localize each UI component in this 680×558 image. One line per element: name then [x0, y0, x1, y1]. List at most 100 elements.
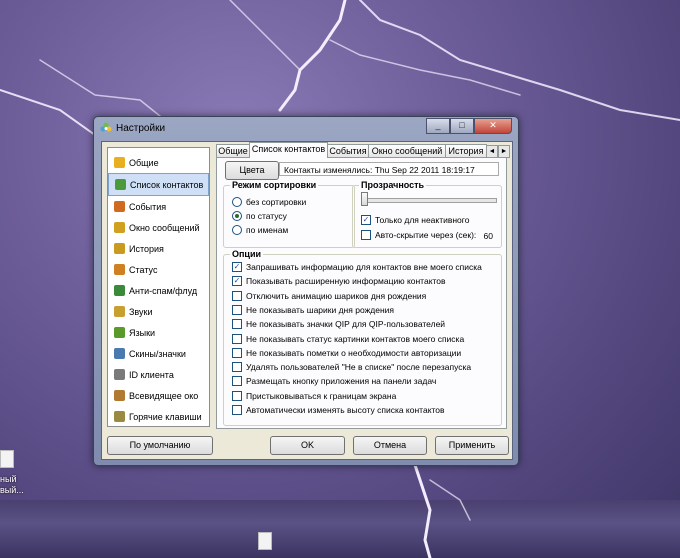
autohide-checkbox[interactable]: Авто-скрытие через (сек): — [361, 230, 476, 240]
tab-general[interactable]: Общие — [216, 144, 250, 158]
checkbox[interactable] — [232, 304, 242, 315]
events-icon — [114, 201, 125, 212]
option-checkbox-row[interactable]: Не показывать значки QIP для QIP-пользов… — [232, 319, 445, 330]
option-checkbox-row[interactable]: Автоматически изменять высоту списка кон… — [232, 405, 445, 415]
sidebar-item[interactable]: Звуки — [108, 301, 209, 322]
sort-by-name-radio[interactable]: по именам — [232, 225, 288, 235]
sidebar-item[interactable]: Языки — [108, 322, 209, 343]
option-label: Автоматически изменять высоту списка кон… — [246, 405, 445, 415]
sidebar-item-label: Список контактов — [130, 179, 204, 190]
contacts-changed-field: Контакты изменялись: Thu Sep 22 2011 18:… — [279, 162, 499, 176]
option-label: Запрашивать информацию для контактов вне… — [246, 262, 482, 272]
eye-icon — [114, 390, 125, 401]
sort-mode-title: Режим сортировки — [230, 180, 319, 190]
radio-button[interactable] — [232, 225, 242, 235]
tab-events[interactable]: События — [327, 144, 369, 158]
autohide-seconds-value[interactable]: 60 — [484, 231, 493, 241]
sidebar-item-label: Скины/значки — [129, 348, 186, 359]
sidebar-item[interactable]: Общие — [108, 152, 209, 173]
apply-button[interactable]: Применить — [435, 436, 509, 455]
sort-by-status-radio[interactable]: по статусу — [232, 211, 287, 221]
option-label: Не показывать шарики дня рождения — [246, 304, 394, 315]
checkbox[interactable]: ✓ — [232, 276, 242, 287]
option-checkbox-row[interactable]: ✓ Показывать расширенную информацию конта… — [232, 276, 446, 287]
checkbox[interactable] — [232, 362, 242, 373]
sidebar-item[interactable]: Список контактов — [108, 173, 209, 196]
options-title: Опции — [230, 249, 264, 259]
status-icon — [114, 264, 125, 275]
desktop-file-icon[interactable] — [0, 450, 14, 468]
checkbox[interactable] — [232, 333, 242, 344]
sidebar-item[interactable]: События — [108, 196, 209, 217]
sidebar-item[interactable]: Статус — [108, 259, 209, 280]
cancel-button[interactable]: Отмена — [353, 436, 427, 455]
desktop-icon-label-1[interactable]: ный — [0, 474, 16, 484]
transparency-slider-track[interactable] — [363, 198, 497, 203]
tab-message-window[interactable]: Окно сообщений — [368, 144, 446, 158]
default-button[interactable]: По умолчанию — [107, 436, 213, 455]
option-checkbox-row[interactable]: Удалять пользователей "Не в списке" посл… — [232, 362, 472, 373]
sidebar-item-label: ID клиента — [129, 369, 174, 380]
sidebar-item-label: Горячие клавиши — [129, 411, 202, 422]
client-id-icon — [114, 369, 125, 380]
option-label: Удалять пользователей "Не в списке" посл… — [246, 362, 472, 373]
contacts-icon — [115, 179, 126, 190]
window-title: Настройки — [116, 123, 166, 134]
sidebar-item-label: Анти-спам/флуд — [129, 285, 198, 296]
tab-history[interactable]: История — [445, 144, 487, 158]
sidebar-item[interactable]: Скины/значки — [108, 343, 209, 364]
desktop-icon-label-2[interactable]: вый... — [0, 485, 24, 495]
sidebar-item[interactable]: ID клиента — [108, 364, 209, 385]
sort-mode-group: Режим сортировки без сортировки по стату… — [223, 180, 355, 248]
checkbox[interactable] — [361, 230, 371, 240]
colors-button[interactable]: Цвета — [225, 161, 279, 180]
sidebar-item[interactable]: Всевидящее око — [108, 385, 209, 406]
option-checkbox-row[interactable]: Пристыковываться к границам экрана — [232, 390, 397, 401]
sort-none-radio[interactable]: без сортировки — [232, 197, 306, 207]
checkbox[interactable] — [232, 405, 242, 415]
checkbox[interactable] — [232, 376, 242, 387]
minimize-button[interactable]: _ — [426, 118, 450, 134]
checkbox[interactable] — [232, 319, 242, 330]
sidebar-item-label: История — [129, 243, 164, 254]
option-checkbox-row[interactable]: Не показывать пометки о необходимости ав… — [232, 347, 462, 358]
sun-icon — [114, 157, 125, 168]
radio-button[interactable] — [232, 211, 242, 221]
option-checkbox-row[interactable]: Не показывать шарики дня рождения — [232, 304, 394, 315]
skins-icon — [114, 348, 125, 359]
tab-contact-list[interactable]: Список контактов — [249, 142, 328, 158]
checkbox[interactable]: ✓ — [361, 215, 371, 225]
desktop-file-icon-2[interactable] — [258, 532, 272, 550]
checkbox[interactable] — [232, 290, 242, 301]
sidebar-item[interactable]: Анти-спам/флуд — [108, 280, 209, 301]
radio-button[interactable] — [232, 197, 242, 207]
sidebar-item-label: Общие — [129, 157, 159, 168]
sidebar-item-label: Статус — [129, 264, 158, 275]
inactive-only-checkbox[interactable]: ✓ Только для неактивного — [361, 215, 469, 225]
sidebar-item[interactable]: Окно сообщений — [108, 217, 209, 238]
ok-button[interactable]: OK — [270, 436, 345, 455]
maximize-button[interactable]: □ — [450, 118, 474, 134]
option-label: Не показывать статус картинки контактов … — [246, 333, 465, 344]
sidebar-item[interactable]: История — [108, 238, 209, 259]
sidebar-item[interactable]: Горячие клавиши — [108, 406, 209, 427]
settings-window: Настройки _ □ ✕ Общие Список контактов Соб… — [93, 116, 519, 466]
sidebar-item-label: События — [129, 201, 167, 212]
checkbox[interactable] — [232, 347, 242, 358]
options-group: Опции ✓ Запрашивать информацию для контак… — [223, 249, 502, 426]
sound-icon — [114, 306, 125, 317]
close-button[interactable]: ✕ — [474, 118, 512, 134]
title-bar[interactable]: Настройки _ □ ✕ — [94, 117, 518, 139]
window-client: Общие Список контактов События Окно сообщен… — [101, 141, 513, 460]
antispam-icon — [114, 285, 125, 296]
checkbox[interactable] — [232, 390, 242, 401]
transparency-slider-thumb[interactable] — [361, 192, 368, 206]
option-checkbox-row[interactable]: Отключить анимацию шариков дня рождения — [232, 290, 426, 301]
option-checkbox-row[interactable]: ✓ Запрашивать информацию для контактов вн… — [232, 262, 482, 272]
option-label: Не показывать пометки о необходимости ав… — [246, 347, 462, 358]
option-label: Пристыковываться к границам экрана — [246, 390, 397, 401]
option-checkbox-row[interactable]: Размещать кнопку приложения на панели за… — [232, 376, 436, 387]
option-checkbox-row[interactable]: Не показывать статус картинки контактов … — [232, 333, 465, 344]
checkbox[interactable]: ✓ — [232, 262, 242, 272]
app-flower-icon — [100, 122, 112, 132]
